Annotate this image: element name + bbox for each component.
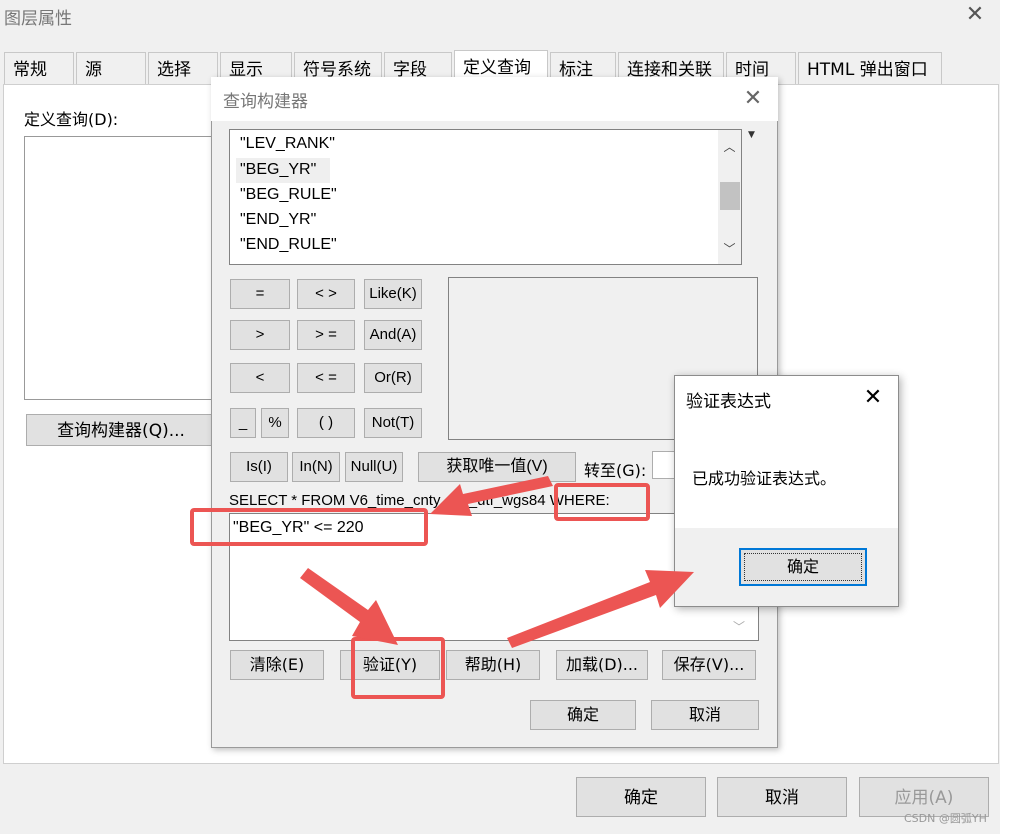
query-builder-button[interactable]: 查询构建器(Q)... [26, 414, 216, 446]
list-item[interactable]: "LEV_RANK" [240, 135, 335, 153]
tab-source[interactable]: 源 [76, 52, 146, 84]
annotation-highlight-expression [190, 508, 428, 546]
cancel-button[interactable]: 取消 [717, 777, 847, 817]
clear-button[interactable]: 清除(E) [230, 650, 324, 680]
query-builder-title: 查询构建器 [223, 92, 308, 112]
get-unique-values-button[interactable]: 获取唯一值(V) [418, 452, 576, 482]
null-button[interactable]: Null(U) [345, 452, 403, 482]
annotation-highlight-where [554, 483, 650, 521]
chevron-down-icon[interactable]: ﹀ [718, 240, 741, 257]
close-icon[interactable]: ✕ [960, 0, 990, 30]
dropdown-arrow-icon[interactable]: ▼ [748, 130, 755, 140]
equals-button[interactable]: = [230, 279, 290, 309]
greater-than-button[interactable]: > [230, 320, 290, 350]
definition-query-textbox[interactable] [24, 136, 214, 400]
definition-query-label: 定义查询(D): [24, 110, 119, 129]
chevron-down-icon: ﹀ [733, 620, 746, 634]
list-item[interactable]: "BEG_YR" [240, 161, 316, 179]
is-button[interactable]: Is(I) [230, 452, 288, 482]
tab-selection[interactable]: 选择 [148, 52, 218, 84]
percent-button[interactable]: % [261, 408, 289, 438]
scrollbar-thumb[interactable] [720, 182, 740, 210]
help-button[interactable]: 帮助(H) [446, 650, 540, 680]
not-button[interactable]: Not(T) [364, 408, 422, 438]
window-title: 图层属性 [4, 9, 72, 29]
less-equal-button[interactable]: < = [297, 363, 355, 393]
ok-button[interactable]: 确定 [576, 777, 706, 817]
list-item[interactable]: "END_RULE" [240, 236, 337, 254]
parentheses-button[interactable]: ( ) [297, 408, 355, 438]
load-button[interactable]: 加载(D)... [556, 650, 648, 680]
query-ok-button[interactable]: 确定 [530, 700, 636, 730]
close-icon[interactable]: ✕ [738, 84, 768, 114]
goto-label: 转至(G): [584, 461, 647, 480]
and-button[interactable]: And(A) [364, 320, 422, 350]
greater-equal-button[interactable]: > = [297, 320, 355, 350]
annotation-highlight-verify [351, 637, 445, 699]
or-button[interactable]: Or(R) [364, 363, 422, 393]
query-cancel-button[interactable]: 取消 [651, 700, 759, 730]
close-icon[interactable]: ✕ [858, 383, 888, 413]
underscore-button[interactable]: _ [230, 408, 256, 438]
not-equal-button[interactable]: < > [297, 279, 355, 309]
focus-rectangle [744, 553, 862, 581]
chevron-up-icon[interactable]: ︿ [718, 138, 741, 155]
in-button[interactable]: In(N) [292, 452, 340, 482]
verify-dialog-title: 验证表达式 [686, 392, 771, 412]
tab-html-popup[interactable]: HTML 弹出窗口 [798, 52, 942, 84]
tab-general[interactable]: 常规 [4, 52, 74, 84]
verify-message: 已成功验证表达式。 [692, 469, 837, 488]
save-button[interactable]: 保存(V)... [662, 650, 756, 680]
less-than-button[interactable]: < [230, 363, 290, 393]
watermark: CSDN @圆弧YH [904, 812, 987, 825]
list-item[interactable]: "END_YR" [240, 211, 316, 229]
like-button[interactable]: Like(K) [364, 279, 422, 309]
list-item[interactable]: "BEG_RULE" [240, 186, 337, 204]
